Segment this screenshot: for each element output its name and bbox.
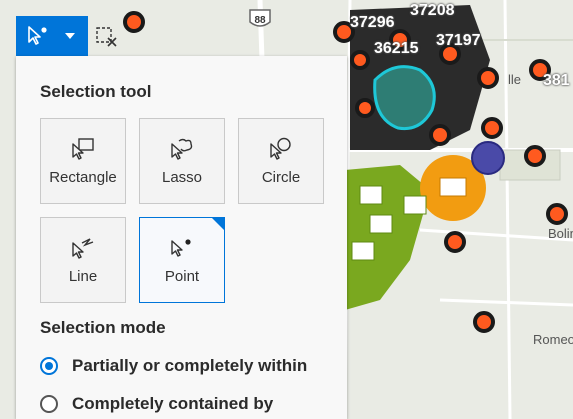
lasso-select-icon: [171, 138, 193, 160]
parcel-label: 37197: [436, 32, 481, 49]
mode-label: Completely contained by: [72, 394, 274, 413]
town-label: Romeo: [533, 332, 573, 347]
point-select-icon: [28, 26, 47, 45]
selection-mode-title: Selection mode: [40, 318, 166, 337]
highway-shield-icon: 88: [248, 8, 272, 30]
point-tool-button[interactable]: Point: [139, 217, 225, 303]
mode-partially-option[interactable]: Partially or completely within: [40, 356, 307, 376]
radio-button[interactable]: [40, 357, 58, 375]
selected-parcel[interactable]: [373, 65, 436, 131]
tool-label: Circle: [261, 169, 301, 186]
parcel-label: 36215: [374, 40, 419, 57]
select-tool-button[interactable]: [16, 16, 88, 56]
mode-label: Partially or completely within: [72, 356, 308, 375]
point-select-icon: [171, 239, 191, 257]
highway-number: 88: [254, 15, 266, 26]
parcel-label: 37208: [410, 2, 455, 19]
circle-tool-button[interactable]: Circle: [238, 118, 324, 204]
clear-selection-icon: [96, 27, 117, 47]
circle-select-icon: [270, 137, 291, 160]
tool-label: Point: [164, 268, 200, 285]
mode-completely-option[interactable]: Completely contained by: [40, 394, 273, 414]
parcel-label: 37296: [350, 14, 395, 31]
town-label: lle: [508, 72, 522, 87]
selected-point[interactable]: [471, 141, 505, 175]
tool-label: Lasso: [161, 169, 203, 186]
line-select-icon: [72, 238, 94, 259]
tool-label: Rectangle: [49, 169, 117, 186]
radio-button[interactable]: [40, 395, 58, 413]
rectangle-select-icon: [72, 138, 94, 160]
line-tool-button[interactable]: Line: [40, 217, 126, 303]
clear-selection-button[interactable]: [88, 16, 124, 56]
parcel-label: 381: [543, 72, 570, 89]
selection-panel: Selection tool Rectangle Lasso Circle Li…: [16, 56, 347, 419]
tool-label: Line: [68, 268, 98, 285]
town-label: Bolin: [548, 226, 573, 241]
chevron-down-icon[interactable]: [64, 30, 76, 42]
selection-tool-title: Selection tool: [40, 82, 152, 101]
selected-indicator: [212, 218, 224, 230]
rectangle-tool-button[interactable]: Rectangle: [40, 118, 126, 204]
lasso-tool-button[interactable]: Lasso: [139, 118, 225, 204]
selection-toolbar: [16, 16, 124, 56]
